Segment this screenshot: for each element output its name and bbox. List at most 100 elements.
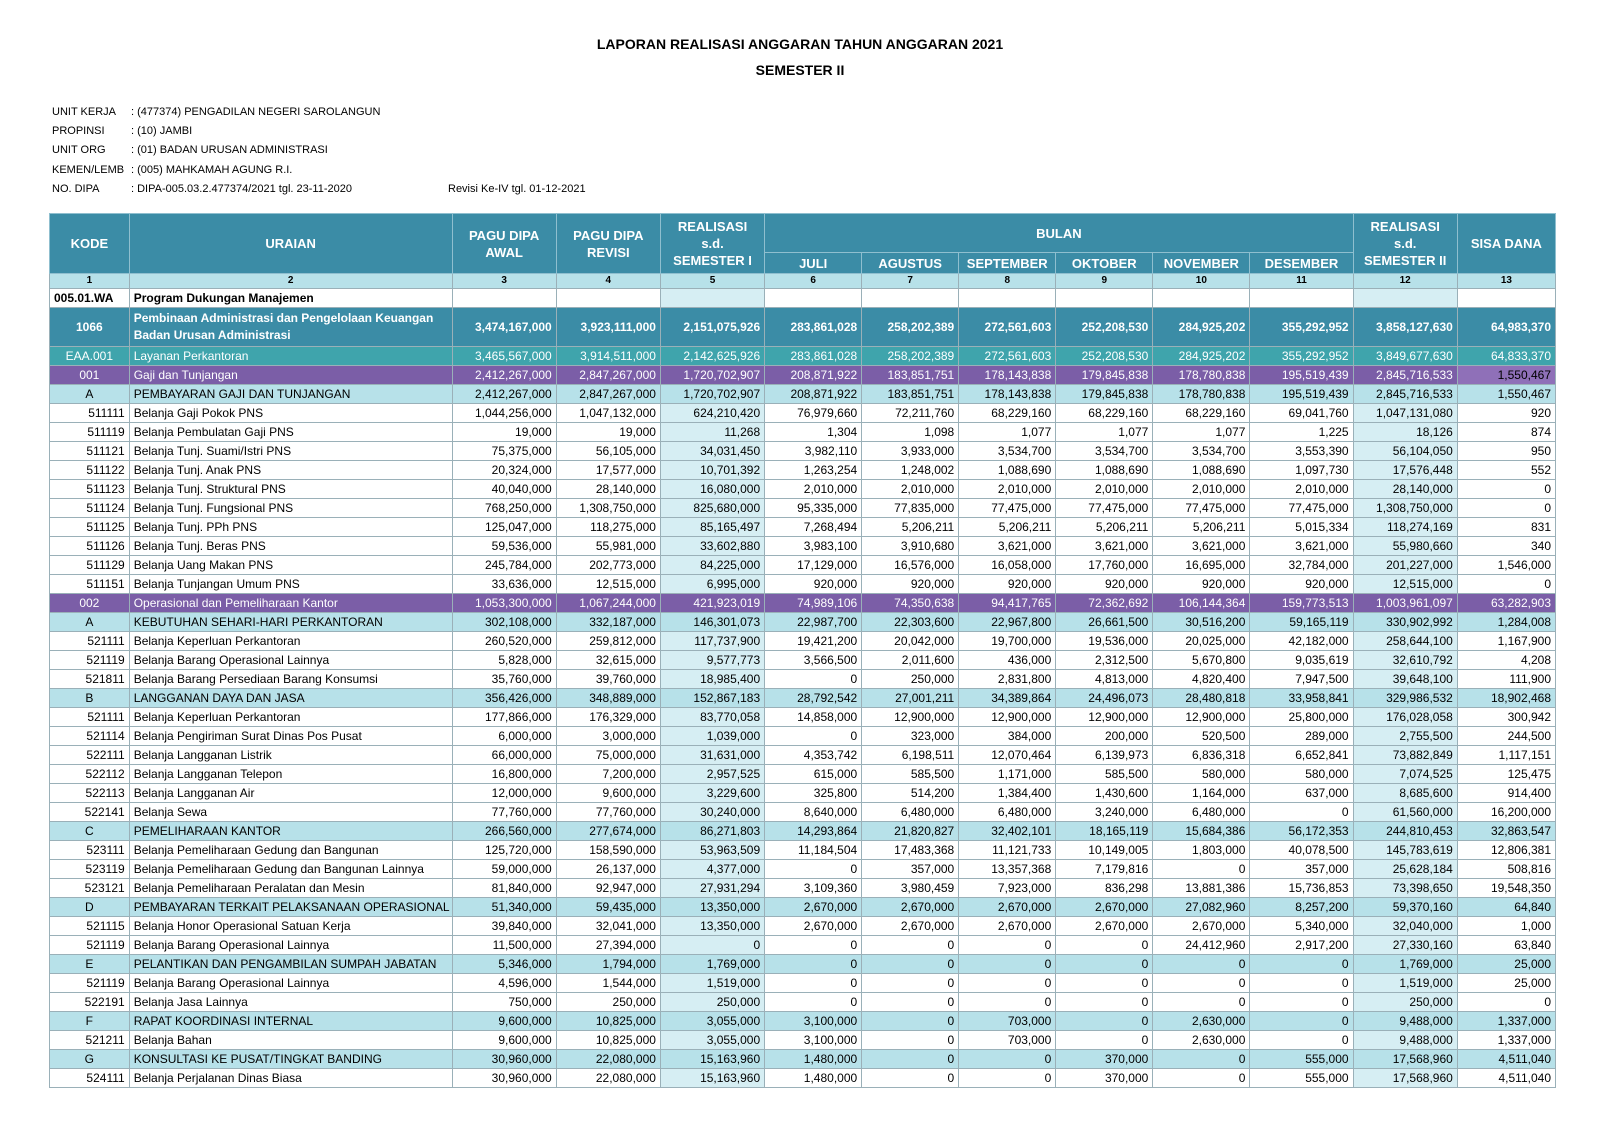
meta-value: : DIPA-005.03.2.477374/2021 tgl. 23-11-2… xyxy=(131,183,352,196)
cell-uraian: Belanja Tunj. Beras PNS xyxy=(128,536,453,556)
cell-value xyxy=(958,288,1057,308)
meta-key: UNIT KERJA xyxy=(52,105,116,118)
cell-value: 1,720,702,907 xyxy=(659,384,766,404)
cell-value: 0 xyxy=(1249,1030,1354,1050)
cell-value: 244,500 xyxy=(1456,726,1557,746)
cell-value: 7,200,000 xyxy=(555,764,661,784)
cell-uraian: Belanja Jasa Lainnya xyxy=(128,992,453,1012)
meta-row: PROPINSI: (10) JAMBI xyxy=(52,121,586,140)
cell-value: 77,475,000 xyxy=(958,498,1057,518)
cell-value: 68,229,160 xyxy=(1152,403,1251,423)
cell-value: 5,346,000 xyxy=(451,954,557,974)
cell-value: 73,398,650 xyxy=(1352,878,1458,898)
cell-uraian: Belanja Tunj. Fungsional PNS xyxy=(128,498,453,518)
cell-value: 0 xyxy=(764,992,863,1012)
cell-value: 10,701,392 xyxy=(659,460,766,480)
cell-value: 2,670,000 xyxy=(764,897,863,917)
cell-value: 17,576,448 xyxy=(1352,460,1458,480)
cell-value: 508,816 xyxy=(1456,859,1557,879)
cell-kode: 002 xyxy=(49,593,130,613)
cell-value: 94,417,765 xyxy=(958,593,1057,613)
cell-value: 421,923,019 xyxy=(659,593,766,613)
cell-value: 3,621,000 xyxy=(1055,536,1154,556)
cell-value: 208,871,922 xyxy=(764,384,863,404)
cell-value: 825,680,000 xyxy=(659,498,766,518)
cell-value: 2,010,000 xyxy=(861,479,960,499)
cell-kode: 522141 xyxy=(49,802,130,822)
cell-value: 22,080,000 xyxy=(555,1049,661,1069)
cell-value: 7,179,816 xyxy=(1055,859,1154,879)
cell-uraian: Belanja Barang Operasional Lainnya xyxy=(128,935,453,955)
cell-value: 0 xyxy=(1456,479,1557,499)
cell-value: 0 xyxy=(958,1068,1057,1088)
cell-value: 1,519,000 xyxy=(1352,973,1458,993)
cell-value: 64,840 xyxy=(1456,897,1557,917)
cell-value: 1,000 xyxy=(1456,916,1557,936)
cell-value: 323,000 xyxy=(861,726,960,746)
cell-value: 3,849,677,630 xyxy=(1352,346,1458,366)
cell-value: 1,167,900 xyxy=(1456,631,1557,651)
cell-value: 5,206,211 xyxy=(1152,517,1251,537)
cell-value: 32,610,792 xyxy=(1352,650,1458,670)
cell-value: 245,784,000 xyxy=(451,555,557,575)
cell-value: 1,769,000 xyxy=(1352,954,1458,974)
cell-value: 0 xyxy=(861,954,960,974)
cell-value: 32,863,547 xyxy=(1456,821,1557,841)
cell-value: 30,240,000 xyxy=(659,802,766,822)
cell-kode: 524111 xyxy=(49,1068,130,1088)
cell-value: 10,149,005 xyxy=(1055,840,1154,860)
cell-value: 125,475 xyxy=(1456,764,1557,784)
cell-value: 8,685,600 xyxy=(1352,783,1458,803)
cell-value: 13,881,386 xyxy=(1152,878,1251,898)
cell-value: 1,088,690 xyxy=(1055,460,1154,480)
cell-value: 836,298 xyxy=(1055,878,1154,898)
table-row-komp: 001 Gaji dan Tunjangan 2,412,267,000 2,847,… xyxy=(49,365,1557,385)
cell-value: 66,000,000 xyxy=(451,745,557,765)
header-sisa-dana: SISA DANA xyxy=(1456,213,1557,274)
cell-uraian: Gaji dan Tunjangan xyxy=(128,365,453,385)
cell-value: 32,784,000 xyxy=(1249,555,1354,575)
cell-value: 28,480,818 xyxy=(1152,688,1251,708)
cell-value: 252,208,530 xyxy=(1055,307,1154,347)
cell-value: 260,520,000 xyxy=(451,631,557,651)
cell-value: 14,293,864 xyxy=(764,821,863,841)
cell-value: 26,137,000 xyxy=(555,859,661,879)
table-row-item: 524111 Belanja Perjalanan Dinas Biasa 30,9… xyxy=(49,1068,1557,1088)
cell-value: 178,780,838 xyxy=(1152,384,1251,404)
cell-value: 3,982,110 xyxy=(764,441,863,461)
cell-kode: 521111 xyxy=(49,631,130,651)
cell-value: 4,813,000 xyxy=(1055,669,1154,689)
cell-value: 84,225,000 xyxy=(659,555,766,575)
cell-value: 2,151,075,926 xyxy=(659,307,766,347)
table-row-item: 521119 Belanja Barang Operasional Lainnya… xyxy=(49,650,1557,670)
cell-value xyxy=(451,288,557,308)
column-number: 1 xyxy=(49,273,130,289)
cell-value: 63,840 xyxy=(1456,935,1557,955)
cell-value: 77,760,000 xyxy=(451,802,557,822)
cell-value: 19,700,000 xyxy=(958,631,1057,651)
cell-value: 1,546,000 xyxy=(1456,555,1557,575)
cell-value: 920,000 xyxy=(1055,574,1154,594)
cell-value: 10,825,000 xyxy=(555,1030,661,1050)
cell-value: 920 xyxy=(1456,403,1557,423)
cell-value: 2,412,267,000 xyxy=(451,384,557,404)
cell-value: 284,925,202 xyxy=(1152,346,1251,366)
cell-kode: 521119 xyxy=(49,973,130,993)
cell-value: 0 xyxy=(1456,574,1557,594)
cell-value: 12,900,000 xyxy=(1055,707,1154,727)
cell-uraian: PEMBAYARAN GAJI DAN TUNJANGAN xyxy=(128,384,453,404)
cell-value: 3,055,000 xyxy=(659,1011,766,1031)
header-realisasi-sem2: REALISASI s.d. SEMESTER II xyxy=(1352,213,1458,274)
cell-value: 2,010,000 xyxy=(1055,479,1154,499)
cell-kode: 522113 xyxy=(49,783,130,803)
cell-value: 3,100,000 xyxy=(764,1011,863,1031)
cell-value: 72,211,760 xyxy=(861,403,960,423)
cell-value: 9,600,000 xyxy=(451,1030,557,1050)
cell-value: 125,720,000 xyxy=(451,840,557,860)
cell-value: 585,500 xyxy=(1055,764,1154,784)
cell-value: 4,511,040 xyxy=(1456,1049,1557,1069)
cell-value: 340 xyxy=(1456,536,1557,556)
cell-value: 42,182,000 xyxy=(1249,631,1354,651)
cell-value: 74,989,106 xyxy=(764,593,863,613)
cell-value: 30,960,000 xyxy=(451,1049,557,1069)
